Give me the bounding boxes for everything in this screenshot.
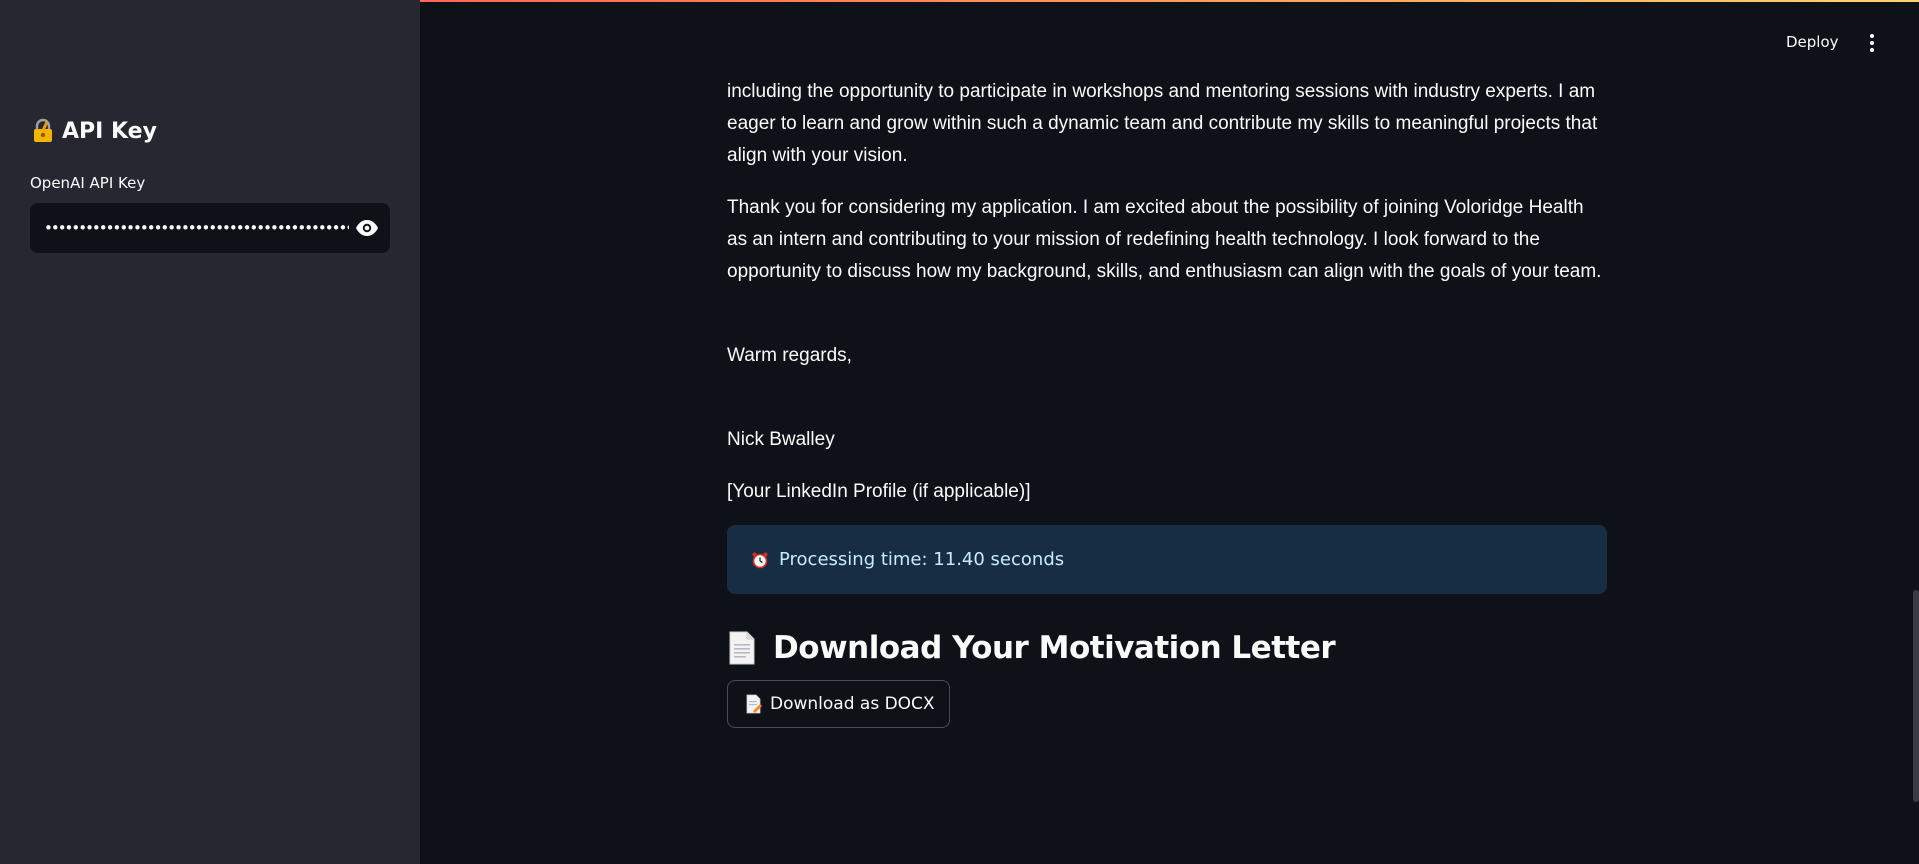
sidebar: API Key OpenAI API Key xyxy=(0,0,420,864)
letter-paragraph-2: Thank you for considering my application… xyxy=(727,197,1602,282)
sidebar-title: API Key xyxy=(30,118,157,144)
letter-closing: Warm regards, xyxy=(727,345,852,366)
processing-time-alert: Processing time: 11.40 seconds xyxy=(727,525,1607,594)
download-docx-button[interactable]: Download as DOCX xyxy=(727,680,950,728)
processing-time-text: Processing time: 11.40 seconds xyxy=(779,549,1065,570)
download-heading-text: Download Your Motivation Letter xyxy=(773,630,1336,666)
vertical-ellipsis-icon[interactable] xyxy=(1862,32,1882,54)
main-content: including the opportunity to participate… xyxy=(727,76,1607,728)
api-key-field[interactable] xyxy=(30,203,390,253)
document-pencil-icon xyxy=(746,694,762,714)
letter-signature: Nick Bwalley xyxy=(727,429,835,450)
sidebar-title-text: API Key xyxy=(62,118,157,144)
deploy-button[interactable]: Deploy xyxy=(1786,33,1839,51)
document-icon xyxy=(729,631,755,665)
eye-icon[interactable] xyxy=(355,216,379,240)
scrollbar-thumb[interactable] xyxy=(1913,590,1919,802)
lock-with-key-icon xyxy=(34,118,52,142)
download-docx-label: Download as DOCX xyxy=(770,694,935,714)
motivation-letter: including the opportunity to participate… xyxy=(727,76,1607,508)
api-key-label: OpenAI API Key xyxy=(30,174,146,192)
api-key-input[interactable] xyxy=(44,203,349,253)
letter-paragraph-1: including the opportunity to participate… xyxy=(727,81,1598,166)
download-heading: Download Your Motivation Letter xyxy=(727,630,1607,666)
alarm-clock-icon xyxy=(752,552,768,568)
letter-linkedin: [Your LinkedIn Profile (if applicable)] xyxy=(727,481,1031,502)
